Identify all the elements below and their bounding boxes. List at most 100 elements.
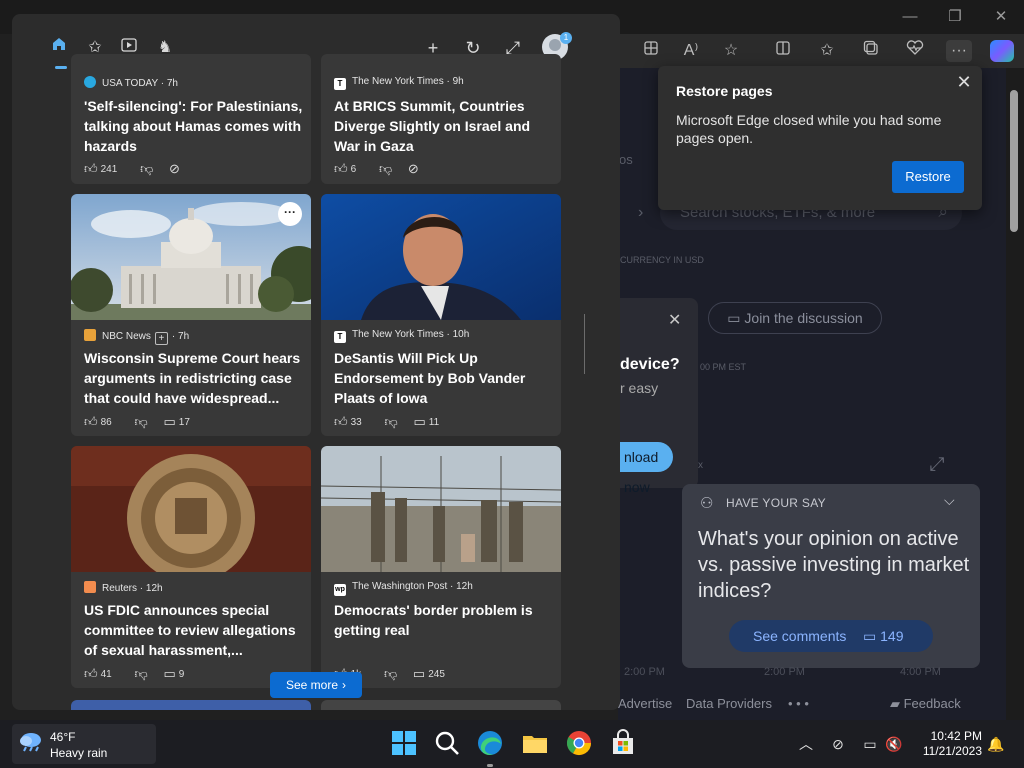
next-card-preview xyxy=(71,700,311,710)
like-button[interactable]: 👍︎ 241 xyxy=(84,161,127,176)
usa-today-logo-icon xyxy=(84,76,96,88)
see-comments-button[interactable]: See comments ▭ 149 xyxy=(729,620,933,652)
news-headline[interactable]: Democrats' border problem is getting rea… xyxy=(334,600,554,640)
join-discussion-button[interactable]: ▭ Join the discussion xyxy=(708,302,882,334)
weather-condition: Heavy rain xyxy=(50,746,108,760)
nbc-logo-icon xyxy=(84,329,96,341)
chrome-icon[interactable] xyxy=(564,728,594,758)
news-headline[interactable]: US FDIC announces special committee to r… xyxy=(84,600,304,660)
comments-button[interactable]: ▭ 17 xyxy=(163,414,199,429)
comments-button[interactable]: ▭ 9 xyxy=(163,666,194,681)
thumbs-down-icon: 👎︎ xyxy=(383,666,398,681)
restore-button[interactable]: Restore xyxy=(892,161,964,193)
advertise-link[interactable]: Advertise xyxy=(618,696,672,711)
copilot-icon[interactable] xyxy=(990,40,1014,62)
minimize-button[interactable]: — xyxy=(897,6,923,28)
chevron-right-icon[interactable]: › xyxy=(638,204,643,222)
comments-button[interactable]: ▭ 245 xyxy=(413,666,455,681)
axis-label: 4:00 PM xyxy=(900,666,941,678)
volume-muted-icon[interactable]: 🔇 xyxy=(884,734,904,754)
news-card[interactable]: T The New York Times · 9h At BRICS Summit… xyxy=(321,54,561,184)
more-options-button[interactable]: ··· xyxy=(278,202,302,226)
widget-scrollbar[interactable] xyxy=(584,314,585,374)
news-headline[interactable]: Wisconsin Supreme Court hears arguments … xyxy=(84,348,304,408)
reaction-bar: 👍︎ 33 👎︎ ▭ 11 xyxy=(334,414,459,430)
show-hidden-icons-chevron-icon[interactable]: ︿ xyxy=(796,734,816,754)
split-screen-icon[interactable] xyxy=(770,40,796,62)
close-icon[interactable]: ✕ xyxy=(668,310,681,330)
page-fragment-text: os xyxy=(619,152,633,167)
weather-widget-button[interactable]: 46°F Heavy rain xyxy=(12,724,156,764)
comments-button[interactable]: ▭ 11 xyxy=(413,414,449,429)
dislike-button[interactable]: 👎︎ xyxy=(135,666,151,681)
see-more-button[interactable]: See more › xyxy=(270,672,362,698)
like-button[interactable]: 👍︎ 86 xyxy=(84,414,122,429)
thumbs-up-icon: 👍︎ xyxy=(334,414,348,429)
axis-label: 2:00 PM xyxy=(624,666,665,678)
border-photo xyxy=(321,446,561,572)
browser-essentials-icon[interactable] xyxy=(902,40,928,62)
running-indicator xyxy=(487,764,493,767)
display-icon[interactable]: ▭ xyxy=(860,734,880,754)
notifications-icon[interactable]: 🔔 xyxy=(986,734,1006,754)
news-card[interactable]: Reuters · 12h US FDIC announces special … xyxy=(71,446,311,688)
news-headline[interactable]: DeSantis Will Pick Up Endorsement by Bob… xyxy=(334,348,554,408)
thumbs-down-icon: 👎︎ xyxy=(384,414,398,429)
restore-window-button[interactable]: ❐ xyxy=(942,6,968,28)
system-clock[interactable]: 10:42 PM 11/21/2023 xyxy=(908,729,982,759)
see-comments-label: See comments xyxy=(753,628,847,644)
have-your-say-label: HAVE YOUR SAY xyxy=(726,496,826,510)
dislike-button[interactable]: 👎︎ xyxy=(135,414,151,429)
more-links[interactable]: • • • xyxy=(788,696,809,711)
restore-pages-dialog: Restore pages Microsoft Edge closed whil… xyxy=(658,66,982,210)
thumbs-down-icon: 👎︎ xyxy=(140,161,154,176)
news-headline[interactable]: At BRICS Summit, Countries Diverge Sligh… xyxy=(334,96,554,156)
follow-button[interactable]: + xyxy=(154,332,168,345)
news-card[interactable]: ··· NBC News + · 7h Wisconsin Supreme Cour… xyxy=(71,194,311,436)
expand-icon[interactable]: ⤢ xyxy=(922,450,952,480)
nyt-logo-icon: T xyxy=(334,331,346,343)
favorite-star-icon[interactable]: ☆ xyxy=(718,40,744,62)
chevron-down-icon[interactable]: ⌵ xyxy=(944,492,955,509)
comment-icon: ▭ xyxy=(163,666,176,681)
edge-icon[interactable] xyxy=(475,728,505,758)
reaction-bar: 👍︎ 241 👎︎ ⊘ xyxy=(84,161,193,177)
dislike-button[interactable]: 👎︎ xyxy=(140,161,156,176)
feedback-link[interactable]: ▰ Feedback xyxy=(890,696,961,712)
news-headline[interactable]: 'Self-silencing': For Palestinians, talk… xyxy=(84,96,304,156)
data-providers-link[interactable]: Data Providers xyxy=(686,696,772,711)
news-card[interactable]: T The New York Times · 10h DeSantis Will … xyxy=(321,194,561,436)
network-offline-icon[interactable]: ⊘ xyxy=(828,734,848,754)
collections-icon[interactable] xyxy=(858,40,884,62)
read-aloud-icon[interactable]: A⁾ xyxy=(678,40,704,62)
news-card[interactable]: USA TODAY · 7h 'Self-silencing': For Pal… xyxy=(71,54,311,184)
like-button[interactable]: 👍︎ 6 xyxy=(334,161,366,176)
settings-more-icon[interactable]: ··· xyxy=(946,40,972,62)
search-icon[interactable] xyxy=(432,728,462,758)
desantis-photo xyxy=(321,194,561,320)
currency-note: CURRENCY IN USD xyxy=(620,255,704,265)
start-icon[interactable] xyxy=(389,728,419,758)
thumbs-up-icon: 👍︎ xyxy=(84,161,98,176)
news-card[interactable]: wp The Washington Post · 12h Democrats' b… xyxy=(321,446,561,688)
dislike-button[interactable]: 👎︎ xyxy=(379,161,395,176)
like-button[interactable]: 👍︎ 41 xyxy=(84,666,122,681)
popup-subtext: r easy xyxy=(620,380,659,396)
scrollbar-thumb[interactable] xyxy=(1010,90,1018,232)
join-discussion-label: Join the discussion xyxy=(744,310,863,326)
home-icon[interactable] xyxy=(46,36,72,60)
axis-label: 2:00 PM xyxy=(764,666,805,678)
restore-dialog-title: Restore pages xyxy=(676,83,773,99)
dislike-button[interactable]: 👎︎ xyxy=(384,414,401,429)
like-button[interactable]: 👍︎ 33 xyxy=(334,414,372,429)
dislike-button[interactable]: 👎︎ xyxy=(383,666,400,681)
tab-groups-icon[interactable] xyxy=(638,40,664,62)
thumbs-up-icon: 👍︎ xyxy=(334,161,348,176)
favorites-icon[interactable]: ✩ xyxy=(814,40,840,62)
store-icon[interactable] xyxy=(608,728,638,758)
clock-date: 11/21/2023 xyxy=(922,744,982,758)
reuters-logo-icon xyxy=(84,581,96,593)
close-icon[interactable]: ✕ xyxy=(952,70,976,94)
close-window-button[interactable]: ✕ xyxy=(988,6,1014,28)
file-explorer-icon[interactable] xyxy=(520,728,550,758)
